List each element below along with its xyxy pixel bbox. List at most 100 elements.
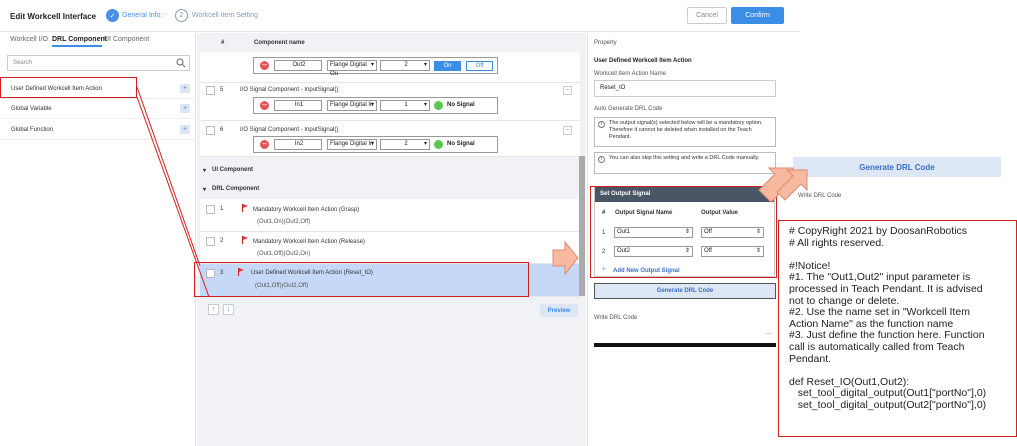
row-number: 5	[220, 87, 224, 93]
remove-icon[interactable]: –	[260, 61, 269, 70]
chevron-down-icon: ▾	[370, 102, 374, 108]
confirm-button[interactable]: Confirm	[731, 7, 784, 24]
generate-drl-code-zoom[interactable]: Generate DRL Code	[793, 157, 1001, 177]
value-text: 2	[404, 62, 408, 68]
list-item-global-variable[interactable]: Global Variable +	[0, 99, 196, 119]
collapse-button[interactable]: –	[563, 126, 572, 135]
property-section-title: User Defined Workcell Item Action	[594, 58, 692, 64]
resize-icon[interactable]: —	[766, 331, 772, 337]
preview-button[interactable]: Preview	[540, 304, 578, 317]
search-placeholder: Search	[13, 60, 33, 66]
signal-status: No Signal	[447, 141, 475, 147]
move-up-button[interactable]: ↑	[208, 304, 219, 315]
row-checkbox[interactable]	[206, 86, 215, 95]
tab-workcell-io[interactable]: Workcell I/O	[10, 36, 48, 43]
annotation-highlight-left	[0, 77, 137, 98]
list-item-global-function[interactable]: Global Function +	[0, 120, 196, 140]
section-label: UI Component	[212, 167, 253, 173]
remove-icon[interactable]: –	[260, 140, 269, 149]
property-header: Property	[594, 40, 617, 46]
move-down-button[interactable]: ↓	[223, 304, 234, 315]
port-input[interactable]: In1	[274, 100, 322, 111]
action-name-input[interactable]: Reset_IO	[594, 80, 776, 97]
row-title: I/O Signal Component - InputSignal()	[240, 127, 339, 133]
table-row[interactable]: 5 I/O Signal Component - InputSignal() –…	[200, 83, 580, 121]
type-value: Flange Digital In	[330, 141, 374, 147]
step-1-check-icon: ✓	[106, 9, 119, 22]
value-select[interactable]: 2 ▾	[380, 60, 430, 71]
table-row[interactable]: 2 Mandatory Workcell Item Action (Releas…	[200, 232, 580, 264]
active-tab-indicator	[52, 45, 102, 47]
write-drl-zoom-label: Write DRL Code	[798, 193, 842, 199]
table-row[interactable]: 6 I/O Signal Component - InputSignal() –…	[200, 121, 580, 157]
code-editor-top	[594, 343, 776, 347]
signal-row: – In2 Flange Digital In ▾ 2 ▾ No Signal	[253, 136, 498, 153]
chevron-down-icon: ▾	[423, 62, 427, 68]
type-select[interactable]: Flange Digital In ▾	[327, 139, 377, 150]
add-item-button[interactable]: +	[180, 84, 190, 93]
step-2-label: Workcell Item Setting	[192, 12, 259, 19]
section-ui-component[interactable]: ▾ UI Component	[200, 162, 580, 179]
info-box-1: i The output signal(s) selected below wil…	[594, 117, 776, 147]
add-item-button[interactable]: +	[180, 104, 190, 113]
chevron-down-icon: ▾	[203, 187, 207, 193]
tab-drl-component[interactable]: DRL Component	[52, 36, 107, 43]
info-box-2: i You can also skip this setting and writ…	[594, 152, 776, 174]
add-item-button[interactable]: +	[180, 125, 190, 134]
signal-row: – Out2 Flange Digital Ou ▾ 2 ▾ On Off	[253, 57, 498, 77]
row-checkbox[interactable]	[206, 237, 215, 246]
row-number: 6	[220, 127, 224, 133]
name-label: Workcell Item Action Name	[594, 71, 666, 77]
flag-icon	[242, 204, 248, 212]
section-drl-component[interactable]: ▾ DRL Component	[200, 181, 580, 198]
chevron-down-icon: ▾	[423, 102, 427, 108]
page-title: Edit Workcell Interface	[10, 12, 97, 21]
table-row[interactable]: – Out2 Flange Digital Ou ▾ 2 ▾ On Off	[200, 52, 580, 83]
scrollbar[interactable]	[579, 156, 585, 296]
value-text: 2	[404, 141, 408, 147]
value-select[interactable]: 1 ▾	[380, 100, 430, 111]
table-row[interactable]: 1 Mandatory Workcell Item Action (Grasp)…	[200, 199, 580, 232]
generate-drl-code-button[interactable]: Generate DRL Code	[594, 283, 776, 299]
type-value: Flange Digital In	[330, 102, 374, 108]
row-number: 2	[220, 238, 224, 244]
info-icon: i	[598, 156, 605, 163]
row-subtitle: (Out1,On)(Out2,Off)	[257, 219, 311, 225]
type-select[interactable]: Flange Digital Ou ▾	[327, 60, 377, 77]
search-icon[interactable]	[176, 58, 186, 68]
signal-row: – In1 Flange Digital In ▾ 1 ▾ No Signal	[253, 97, 498, 114]
tab-ui-component[interactable]: UI Component	[104, 36, 149, 43]
table-header: # Component name	[200, 36, 580, 51]
drl-code-block[interactable]: # CopyRight 2021 by DoosanRobotics # All…	[778, 220, 1017, 437]
collapse-button[interactable]: –	[563, 86, 572, 95]
off-button[interactable]: Off	[466, 61, 493, 71]
signal-status: No Signal	[447, 102, 475, 108]
remove-icon[interactable]: –	[260, 101, 269, 110]
row-checkbox[interactable]	[206, 126, 215, 135]
step-1-label: General Info.	[122, 12, 163, 19]
value-select[interactable]: 2 ▾	[380, 139, 430, 150]
col-num: #	[221, 40, 225, 46]
search-input[interactable]: Search	[7, 55, 190, 71]
chevron-down-icon: ▾	[370, 62, 374, 68]
cancel-button[interactable]: Cancel	[687, 7, 727, 24]
on-button[interactable]: On	[434, 61, 461, 71]
annotation-highlight-signals	[590, 186, 777, 278]
type-select[interactable]: Flange Digital In ▾	[327, 100, 377, 111]
port-input[interactable]: In2	[274, 139, 322, 150]
list-item-label: Global Function	[11, 127, 54, 133]
row-title: I/O Signal Component - InputSignal()	[240, 87, 339, 93]
info-text-2: You can also skip this setting and write…	[609, 155, 760, 161]
port-input[interactable]: Out2	[274, 60, 322, 71]
header-bar	[0, 0, 800, 32]
row-title: Mandatory Workcell Item Action (Release)	[253, 239, 365, 245]
value-text: 1	[404, 102, 408, 108]
row-checkbox[interactable]	[206, 205, 215, 214]
section-label: DRL Component	[212, 186, 260, 192]
info-icon: i	[598, 121, 605, 128]
flag-icon	[242, 236, 248, 244]
info-text-1: The output signal(s) selected below will…	[609, 120, 763, 140]
list-item-label: Global Variable	[11, 106, 52, 112]
chevron-down-icon: ▾	[370, 141, 374, 147]
col-name: Component name	[254, 40, 305, 46]
